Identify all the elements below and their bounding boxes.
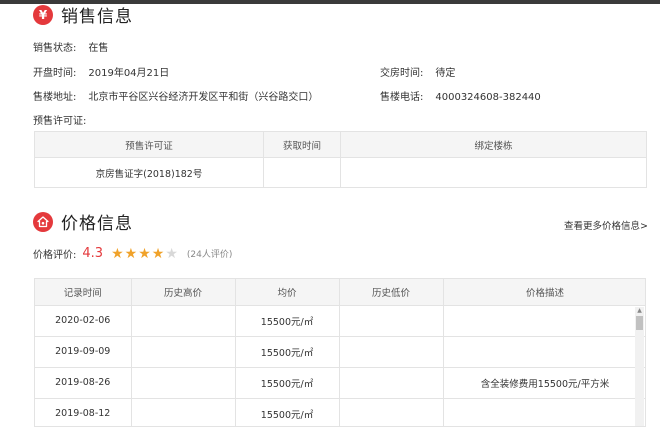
price-rating: 价格评价: 4.3 ★ ★ ★ ★ ★ (24人评价) bbox=[33, 246, 232, 261]
avg-price-cell: 15500元/㎡ bbox=[235, 398, 340, 426]
table-row: 2020-02-06 15500元/㎡ bbox=[35, 305, 645, 337]
high-price-cell bbox=[131, 367, 236, 399]
phone-row: 售楼电话: 4000324608-382440 bbox=[380, 88, 541, 103]
phone-value: 4000324608-382440 bbox=[435, 92, 541, 103]
house-icon bbox=[37, 215, 49, 227]
column-header: 价格描述 bbox=[443, 279, 645, 306]
column-header: 历史低价 bbox=[339, 279, 444, 306]
delivery-time-label: 交房时间: bbox=[380, 68, 424, 79]
sales-status-row: 销售状态: 在售 bbox=[33, 39, 108, 54]
price-desc-cell bbox=[443, 398, 645, 426]
phone-label: 售楼电话: bbox=[380, 92, 424, 103]
column-header: 绑定楼栋 bbox=[340, 131, 647, 158]
permit-label: 预售许可证: bbox=[33, 116, 87, 127]
price-desc-cell bbox=[443, 305, 645, 337]
high-price-cell bbox=[131, 398, 236, 426]
record-date-cell: 2019-08-12 bbox=[35, 398, 132, 426]
sales-title: 销售信息 bbox=[61, 7, 133, 27]
price-section-header: 价格信息 bbox=[33, 209, 133, 234]
low-price-cell bbox=[339, 336, 444, 368]
record-date-cell: 2020-02-06 bbox=[35, 305, 132, 337]
rating-score: 4.3 bbox=[82, 246, 104, 261]
table-row: 京房售证字(2018)182号 bbox=[34, 157, 647, 188]
column-header: 记录时间 bbox=[35, 279, 132, 306]
more-price-link[interactable]: 查看更多价格信息> bbox=[564, 218, 648, 232]
avg-price-cell: 15500元/㎡ bbox=[235, 336, 340, 368]
column-header: 获取时间 bbox=[263, 131, 341, 158]
record-date-cell: 2019-09-09 bbox=[35, 336, 132, 368]
rating-label: 价格评价: bbox=[33, 250, 77, 261]
star-icon: ★ bbox=[165, 245, 178, 262]
price-desc-cell bbox=[443, 336, 645, 368]
open-time-label: 开盘时间: bbox=[33, 68, 77, 79]
open-time-value: 2019年04月21日 bbox=[88, 68, 170, 79]
delivery-time-row: 交房时间: 待定 bbox=[380, 64, 455, 79]
sales-status-value: 在售 bbox=[88, 43, 109, 54]
permit-table: 预售许可证 获取时间 绑定楼栋 京房售证字(2018)182号 bbox=[34, 131, 647, 188]
table-row: 2019-08-12 15500元/㎡ bbox=[35, 398, 645, 426]
permit-table-header: 预售许可证 获取时间 绑定楼栋 bbox=[34, 131, 647, 158]
price-history-table-container: 记录时间 历史高价 均价 历史低价 价格描述 2020-02-06 15500元… bbox=[34, 278, 646, 427]
scroll-up-icon[interactable]: ▲ bbox=[635, 307, 644, 315]
rating-stars: ★ ★ ★ ★ ★ bbox=[111, 247, 179, 261]
delivery-time-value: 待定 bbox=[435, 68, 456, 79]
price-tag-icon bbox=[33, 211, 53, 232]
sales-section-header: ¥ 销售信息 bbox=[33, 2, 133, 27]
low-price-cell bbox=[339, 305, 444, 337]
star-icon: ★ bbox=[138, 245, 151, 262]
low-price-cell bbox=[339, 367, 444, 399]
table-row: 2019-08-26 15500元/㎡ 含全装修费用15500元/平方米 bbox=[35, 367, 645, 399]
yen-icon: ¥ bbox=[33, 4, 53, 25]
avg-price-cell: 15500元/㎡ bbox=[235, 367, 340, 399]
price-title: 价格信息 bbox=[61, 214, 133, 234]
star-icon: ★ bbox=[124, 245, 138, 262]
column-header: 预售许可证 bbox=[34, 131, 264, 158]
avg-price-cell: 15500元/㎡ bbox=[235, 305, 340, 337]
permit-building-cell bbox=[340, 157, 647, 188]
table-row: 2019-09-09 15500元/㎡ bbox=[35, 336, 645, 368]
star-icon: ★ bbox=[151, 245, 165, 262]
column-header: 均价 bbox=[235, 279, 340, 306]
high-price-cell bbox=[131, 305, 236, 337]
column-header: 历史高价 bbox=[131, 279, 236, 306]
price-table-scrollbar[interactable]: ▲ bbox=[635, 307, 644, 426]
address-row: 售楼地址: 北京市平谷区兴谷经济开发区平和街（兴谷路交口） bbox=[33, 88, 318, 103]
open-time-row: 开盘时间: 2019年04月21日 bbox=[33, 64, 169, 79]
high-price-cell bbox=[131, 336, 236, 368]
price-desc-cell: 含全装修费用15500元/平方米 bbox=[443, 367, 645, 399]
permit-row: 预售许可证: bbox=[33, 112, 86, 127]
sales-status-label: 销售状态: bbox=[33, 43, 77, 54]
address-value: 北京市平谷区兴谷经济开发区平和街（兴谷路交口） bbox=[88, 92, 319, 103]
address-label: 售楼地址: bbox=[33, 92, 77, 103]
rating-count: (24人评价) bbox=[186, 250, 233, 260]
star-icon: ★ bbox=[111, 245, 124, 262]
low-price-cell bbox=[339, 398, 444, 426]
price-history-table: 记录时间 历史高价 均价 历史低价 价格描述 2020-02-06 15500元… bbox=[35, 279, 645, 426]
record-date-cell: 2019-08-26 bbox=[35, 367, 132, 399]
scrollbar-thumb[interactable] bbox=[636, 316, 643, 330]
permit-date-cell bbox=[263, 157, 341, 188]
price-table-header: 记录时间 历史高价 均价 历史低价 价格描述 bbox=[35, 279, 645, 306]
permit-number-cell: 京房售证字(2018)182号 bbox=[34, 157, 264, 188]
